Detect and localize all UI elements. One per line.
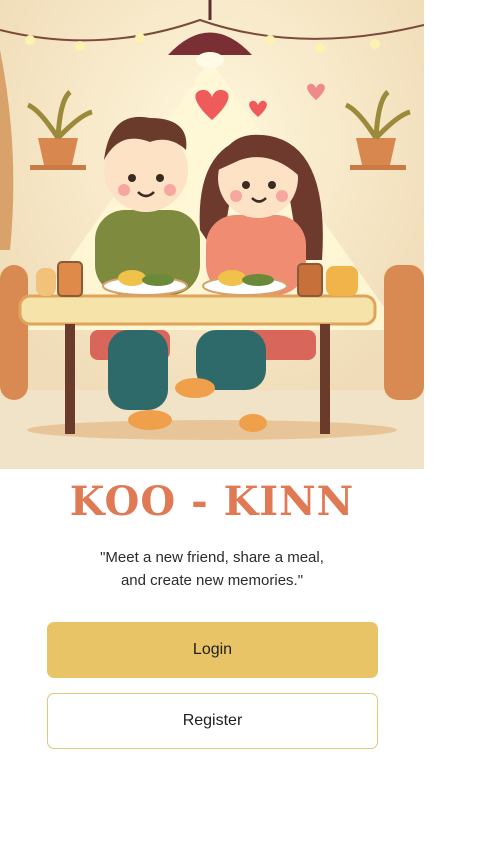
app-title: KOO - KINN [69,478,355,525]
hero-illustration [0,0,424,469]
register-button[interactable]: Register [47,693,378,749]
tagline-line-2: and create new memories." [120,572,304,589]
login-button[interactable]: Login [47,622,378,678]
tagline: "Meet a new friend, share a meal, and cr… [47,546,377,592]
tagline-line-1: "Meet a new friend, share a meal, [100,549,324,566]
couple-dining-illustration-icon [0,0,424,469]
